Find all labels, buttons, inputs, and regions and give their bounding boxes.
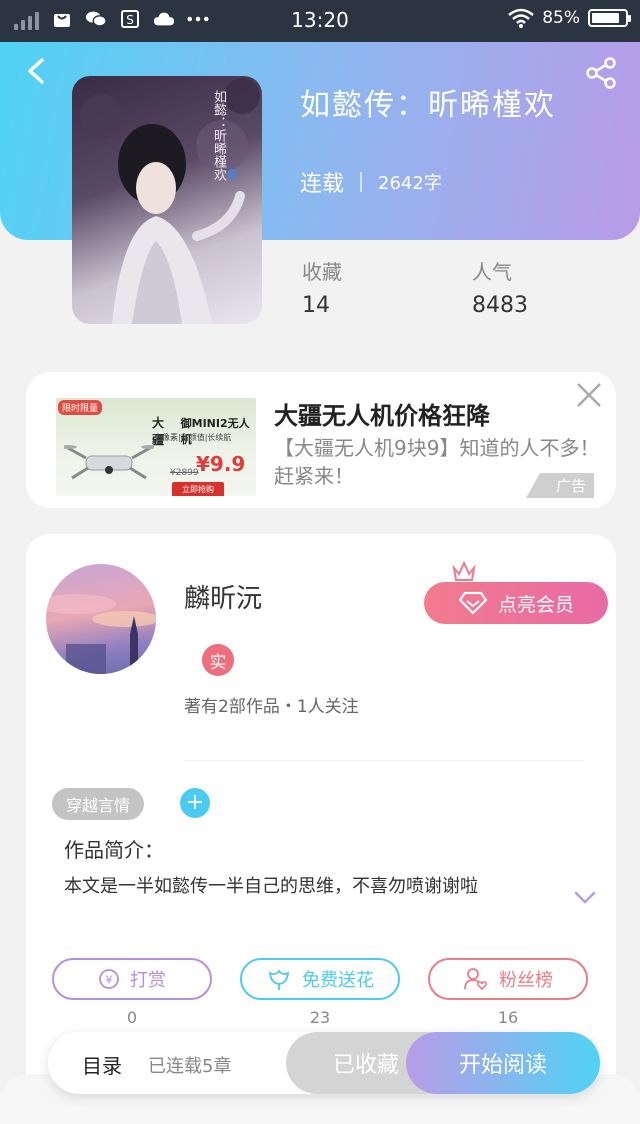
ad-badge: 限时限量: [58, 400, 103, 415]
cover-title-text: 如懿：昕晞槿欢: [211, 90, 226, 181]
author-avatar[interactable]: [46, 564, 156, 674]
stat-favorites: 收藏 14: [302, 256, 342, 318]
crown-icon: [452, 560, 476, 581]
intro-text: 本文是一半如懿传一半自己的思维，不喜勿喷谢谢啦: [64, 876, 478, 897]
verified-badge: 实: [202, 644, 234, 676]
battery-fill: [592, 13, 619, 23]
chapter-count: 已连载5章: [148, 1056, 232, 1077]
tip-label: 打赏: [130, 970, 166, 991]
ad-title[interactable]: 大疆无人机价格狂降: [274, 396, 490, 431]
stat-label: 人气: [472, 260, 512, 284]
fans-ranking-button[interactable]: 粉丝榜: [428, 958, 588, 1000]
tip-count: 0: [126, 1008, 138, 1027]
svg-text:¥: ¥: [106, 974, 113, 987]
stat-value: 14: [302, 293, 330, 318]
fans-count: 16: [497, 1008, 519, 1027]
book-meta: 连载 2642字: [300, 166, 442, 198]
author-info: 著有2部作品・1人关注: [184, 697, 359, 717]
start-reading-button[interactable]: 开始阅读: [406, 1032, 600, 1094]
fans-ranking-label: 粉丝榜: [499, 970, 553, 991]
intro-title: 作品简介：: [64, 838, 164, 862]
send-flower-label: 免费送花: [302, 970, 374, 991]
serial-status: 连载: [300, 172, 345, 197]
send-flower-button[interactable]: 免费送花: [240, 958, 400, 1000]
ad-banner[interactable]: 限时限量 大疆 御MINI2无人机 高像素|高颜值|长续航 ¥2899 ¥9.9…: [26, 372, 616, 508]
stat-label: 收藏: [302, 260, 342, 284]
chevron-down-icon[interactable]: [574, 890, 596, 906]
back-arrow-icon[interactable]: [22, 56, 52, 86]
status-bar: S 13:20 85%: [0, 0, 640, 42]
meta-divider: [360, 172, 363, 192]
battery-icon: [588, 9, 631, 27]
ad-image[interactable]: 限时限量 大疆 御MINI2无人机 高像素|高颜值|长续航 ¥2899 ¥9.9…: [56, 398, 256, 496]
genre-tag[interactable]: 穿越言情: [52, 788, 145, 820]
add-tag-button[interactable]: +: [180, 788, 210, 818]
book-cover[interactable]: 如懿：昕晞槿欢: [72, 76, 262, 324]
stat-popularity: 人气 8483: [472, 256, 528, 318]
author-name[interactable]: 麟昕沅: [184, 578, 262, 615]
toc-button[interactable]: 目录: [82, 1050, 122, 1079]
cover-illustration: [80, 78, 260, 324]
ad-features: 高像素|高颜值|长续航: [154, 433, 232, 442]
bottom-action-bar: 目录 已连载5章 已收藏 开始阅读: [48, 1032, 600, 1094]
tip-button[interactable]: ¥ 打赏: [52, 958, 212, 1000]
vip-button[interactable]: 点亮会员: [424, 582, 608, 624]
book-title: 如懿传：昕晞槿欢: [300, 88, 556, 123]
word-count: 2642字: [378, 173, 442, 194]
stat-value: 8483: [472, 293, 528, 318]
ad-price: ¥9.9: [196, 452, 246, 476]
battery-percent: 85%: [542, 8, 580, 28]
ad-cta-button[interactable]: 立即抢购: [172, 482, 224, 496]
share-icon[interactable]: [584, 56, 618, 90]
ad-old-price: ¥2899: [170, 468, 199, 478]
flower-icon: [268, 969, 290, 990]
user-heart-icon: [464, 968, 488, 991]
avatar-image: [46, 594, 156, 674]
diamond-icon: [458, 591, 488, 615]
close-icon[interactable]: [574, 380, 604, 410]
wifi-icon: [508, 8, 535, 28]
yen-coin-icon: ¥: [99, 969, 119, 989]
vip-button-label: 点亮会员: [497, 593, 574, 616]
drone-icon: [64, 445, 154, 480]
flower-count: 23: [309, 1008, 331, 1027]
divider: [184, 760, 584, 761]
